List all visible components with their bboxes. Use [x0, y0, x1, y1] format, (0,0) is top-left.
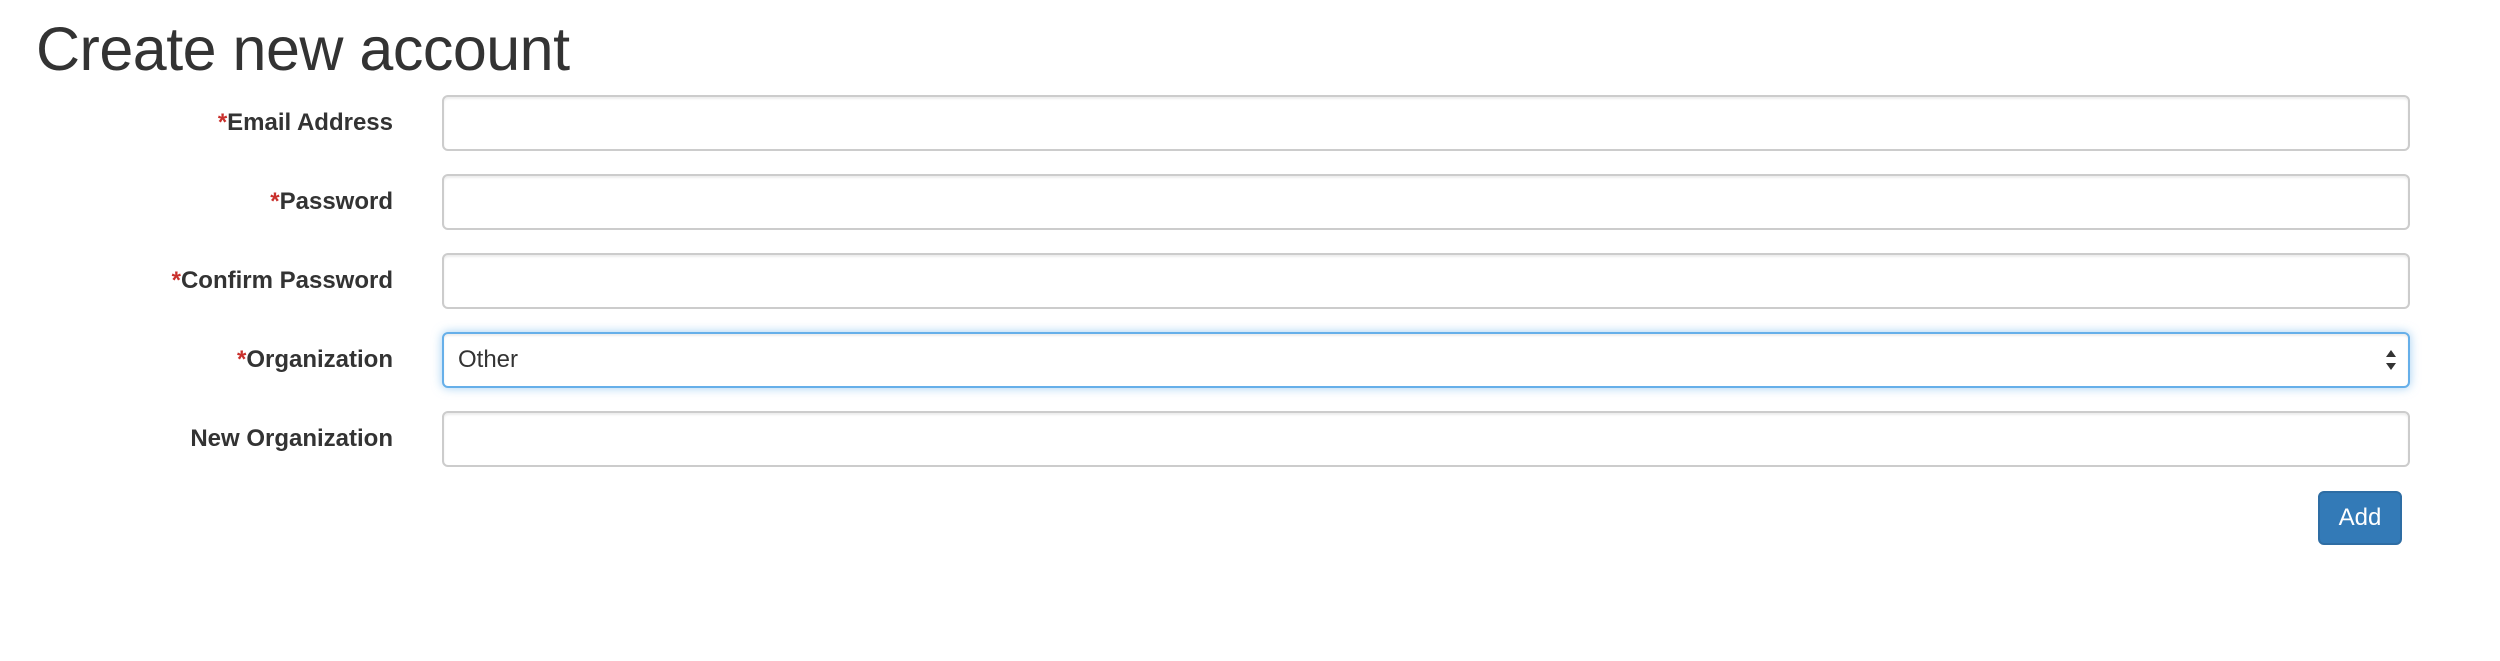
required-marker: *: [217, 109, 228, 136]
email-row: *Email Address: [0, 95, 2500, 151]
confirm-password-row: *Confirm Password: [0, 253, 2500, 309]
email-input[interactable]: [442, 95, 2410, 151]
required-marker: *: [171, 267, 181, 294]
password-input[interactable]: [442, 174, 2410, 230]
new-organization-input[interactable]: [442, 411, 2410, 467]
password-label-text: Password: [279, 188, 393, 215]
organization-select[interactable]: Other: [442, 332, 2410, 388]
confirm-password-input[interactable]: [442, 253, 2410, 309]
organization-label-text: Organization: [246, 346, 393, 373]
password-row: *Password: [0, 174, 2500, 230]
email-label-text: Email Address: [227, 109, 393, 136]
email-label: *Email Address: [218, 95, 393, 151]
confirm-password-label: *Confirm Password: [172, 253, 393, 309]
organization-label: *Organization: [237, 332, 393, 388]
password-label: *Password: [270, 174, 393, 230]
organization-selected-value: Other: [458, 346, 519, 373]
required-marker: *: [270, 188, 280, 215]
new-organization-label: New Organization: [190, 411, 393, 467]
page-title: Create new account: [36, 15, 570, 83]
confirm-password-label-text: Confirm Password: [180, 267, 393, 294]
add-button[interactable]: Add: [2318, 491, 2402, 545]
create-account-page: Create new account *Email Address *Passw…: [0, 0, 2500, 661]
organization-row: *Organization Other: [0, 332, 2500, 388]
new-organization-label-text: New Organization: [190, 425, 393, 452]
new-organization-row: New Organization: [0, 411, 2500, 467]
sort-arrows-icon: [2386, 350, 2396, 370]
required-marker: *: [236, 346, 247, 373]
